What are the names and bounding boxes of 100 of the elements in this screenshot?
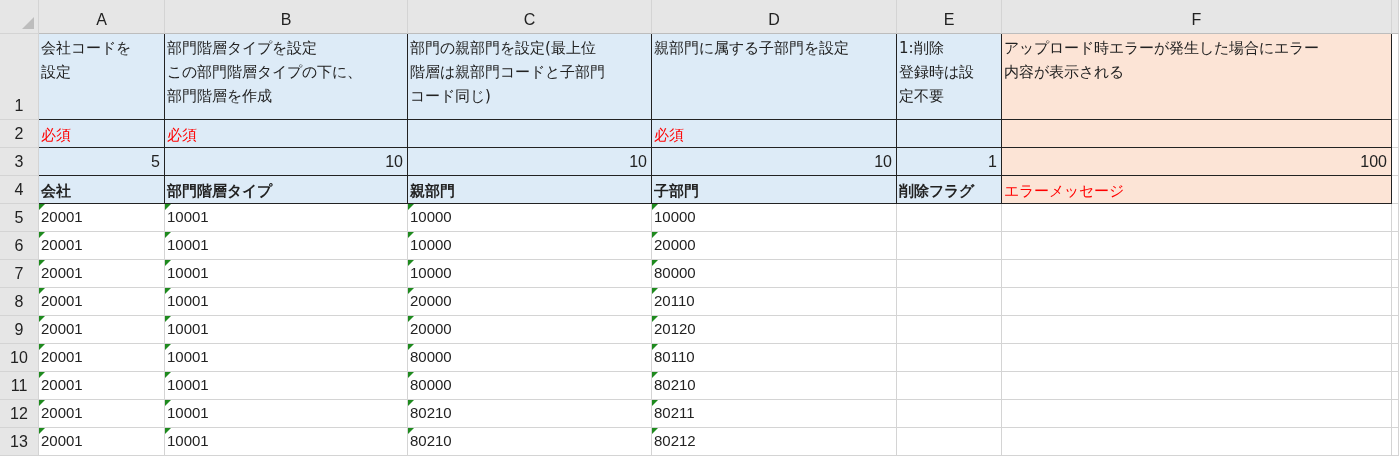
- table-cell: 10001: [165, 232, 408, 260]
- length-cell: 10: [652, 148, 897, 176]
- length-cell: 10: [408, 148, 652, 176]
- table-cell: 10001: [165, 260, 408, 288]
- table-cell: 20000: [652, 232, 897, 260]
- description-line: 部門階層タイプを設定: [167, 38, 317, 59]
- row-header[interactable]: 3: [0, 148, 39, 176]
- table-cell: 10001: [165, 316, 408, 344]
- table-cell: 10000: [408, 232, 652, 260]
- error-indicator-icon: [39, 316, 45, 322]
- column-header[interactable]: D: [652, 0, 897, 34]
- table-cell: 10001: [165, 400, 408, 428]
- error-indicator-icon: [408, 232, 414, 238]
- error-indicator-icon: [165, 344, 171, 350]
- select-all-icon[interactable]: [22, 17, 34, 29]
- table-cell: 20001: [39, 316, 165, 344]
- column-header[interactable]: E: [897, 0, 1002, 34]
- table-cell: 20001: [39, 288, 165, 316]
- required-cell: 必須: [165, 120, 408, 148]
- table-cell: 20001: [39, 204, 165, 232]
- table-cell: 80210: [652, 372, 897, 400]
- description-line: 定不要: [899, 86, 944, 107]
- error-indicator-icon: [39, 344, 45, 350]
- description-line: 部門の親部門を設定(最上位: [410, 38, 596, 59]
- description-line: アップロード時エラーが発生した場合にエラー: [1004, 38, 1319, 59]
- table-cell: 10000: [652, 204, 897, 232]
- row-header[interactable]: 8: [0, 288, 39, 316]
- field-name-cell: 親部門: [408, 176, 652, 204]
- error-indicator-icon: [165, 288, 171, 294]
- row-header[interactable]: 13: [0, 428, 39, 456]
- error-indicator-icon: [165, 400, 171, 406]
- error-indicator-icon: [652, 260, 658, 266]
- description-line: 会社コードを: [41, 38, 131, 59]
- description-line: 親部門に属する子部門を設定: [654, 38, 849, 59]
- description-line: コード同じ): [410, 86, 491, 107]
- table-cell: 80210: [408, 428, 652, 456]
- column-header[interactable]: F: [1002, 0, 1392, 34]
- column-header[interactable]: B: [165, 0, 408, 34]
- table-cell: 10000: [408, 260, 652, 288]
- description-line: この部門階層タイプの下に、: [167, 62, 362, 83]
- table-cell: 10001: [165, 344, 408, 372]
- table-cell: 80000: [652, 260, 897, 288]
- column-header[interactable]: C: [408, 0, 652, 34]
- error-indicator-icon: [165, 316, 171, 322]
- field-name-cell: エラーメッセージ: [1002, 176, 1392, 204]
- table-cell: 20001: [39, 372, 165, 400]
- error-indicator-icon: [39, 288, 45, 294]
- error-indicator-icon: [408, 344, 414, 350]
- error-indicator-icon: [408, 428, 414, 434]
- length-cell: 5: [39, 148, 165, 176]
- table-cell: 20120: [652, 316, 897, 344]
- error-indicator-icon: [408, 316, 414, 322]
- column-header[interactable]: [1392, 0, 1399, 34]
- row-header[interactable]: 4: [0, 176, 39, 204]
- description-line: 1:削除: [899, 38, 944, 59]
- table-cell: 20000: [408, 288, 652, 316]
- description-line: 部門階層を作成: [167, 86, 272, 107]
- length-cell: 10: [165, 148, 408, 176]
- row-header[interactable]: 7: [0, 260, 39, 288]
- error-indicator-icon: [652, 288, 658, 294]
- table-cell: 10001: [165, 288, 408, 316]
- row-header[interactable]: 11: [0, 372, 39, 400]
- table-cell: 80000: [408, 344, 652, 372]
- error-indicator-icon: [652, 316, 658, 322]
- error-indicator-icon: [39, 232, 45, 238]
- error-indicator-icon: [165, 372, 171, 378]
- error-indicator-icon: [652, 372, 658, 378]
- table-cell: 80210: [408, 400, 652, 428]
- description-line: 階層は親部門コードと子部門: [410, 62, 605, 83]
- length-cell: 1: [897, 148, 1002, 176]
- error-indicator-icon: [408, 400, 414, 406]
- error-indicator-icon: [652, 232, 658, 238]
- table-cell: 80000: [408, 372, 652, 400]
- field-name-cell: 部門階層タイプ: [165, 176, 408, 204]
- description-line: 登録時は設: [899, 62, 974, 83]
- error-indicator-icon: [165, 260, 171, 266]
- row-header[interactable]: 6: [0, 232, 39, 260]
- error-indicator-icon: [652, 400, 658, 406]
- table-cell: 20000: [408, 316, 652, 344]
- table-cell: 80110: [652, 344, 897, 372]
- field-name-cell: 削除フラグ: [897, 176, 1002, 204]
- field-name-cell: 子部門: [652, 176, 897, 204]
- row-header[interactable]: 1: [0, 34, 39, 120]
- error-indicator-icon: [408, 260, 414, 266]
- row-header[interactable]: 5: [0, 204, 39, 232]
- table-cell: 20110: [652, 288, 897, 316]
- description-line: 内容が表示される: [1004, 62, 1124, 83]
- table-cell: 10001: [165, 204, 408, 232]
- row-header[interactable]: 10: [0, 344, 39, 372]
- column-header[interactable]: A: [39, 0, 165, 34]
- error-indicator-icon: [39, 260, 45, 266]
- required-cell: 必須: [652, 120, 897, 148]
- table-cell: 10001: [165, 428, 408, 456]
- row-header[interactable]: 12: [0, 400, 39, 428]
- table-cell: 20001: [39, 428, 165, 456]
- error-indicator-icon: [39, 372, 45, 378]
- error-indicator-icon: [39, 428, 45, 434]
- description-line: 設定: [41, 62, 71, 83]
- row-header[interactable]: 2: [0, 120, 39, 148]
- row-header[interactable]: 9: [0, 316, 39, 344]
